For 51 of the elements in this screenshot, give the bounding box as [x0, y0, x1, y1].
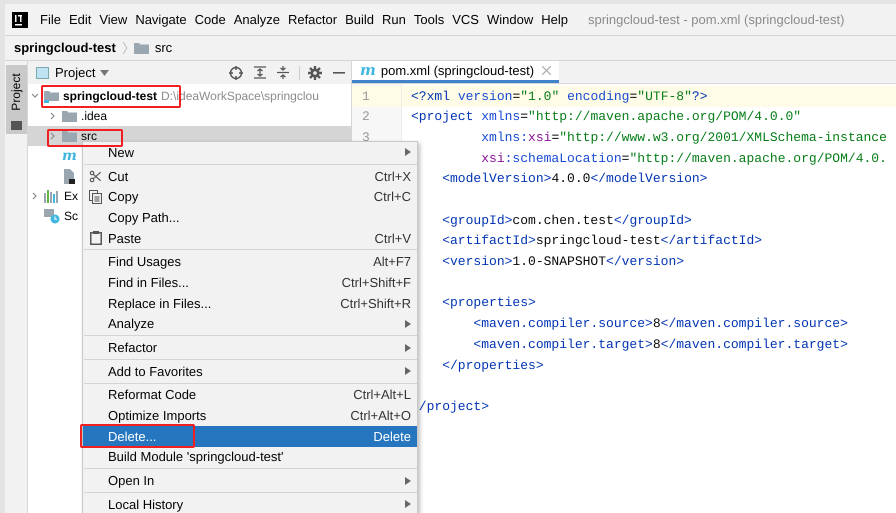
menu-item-label: Analyze	[108, 317, 154, 330]
shortcut-label: Ctrl+V	[374, 232, 411, 245]
menu-item-label: Optimize Imports	[108, 409, 206, 422]
menu-item-label: Reformat Code	[108, 388, 196, 402]
tool-window-tab-label: Project	[8, 72, 24, 113]
line-number: 1	[362, 88, 370, 106]
menu-item-label: Copy Path...	[108, 210, 180, 224]
shortcut-label: Ctrl+Alt+L	[353, 388, 411, 402]
line-number: 2	[362, 108, 370, 126]
shortcut-label: Delete	[373, 430, 411, 443]
tree-item-label: Ex	[64, 190, 78, 202]
code-line: <modelVersion>4.0.0</modelVersion>	[441, 170, 708, 188]
shortcut-label: Ctrl+Alt+O	[350, 409, 411, 422]
maven-file-icon: m	[360, 63, 376, 78]
code-line: <?xml version="1.0" encoding="UTF-8"?>	[411, 88, 708, 106]
menu-item-label: Copy	[108, 190, 138, 204]
shortcut-label: Alt+F7	[373, 255, 411, 268]
tree-item-label: .idea	[81, 110, 108, 122]
code-line: <groupId>com.chen.test</groupId>	[441, 212, 692, 230]
menu-item-label: Build Module 'springcloud-test'	[108, 450, 284, 464]
menu-item-label: Replace in Files...	[108, 296, 212, 310]
code-line: <maven.compiler.target>8</maven.compiler.target>	[472, 336, 848, 354]
menu-item-label: Paste	[108, 232, 142, 245]
menu-item-label: Add to Favorites	[108, 364, 203, 378]
code-line: <properties>	[441, 294, 536, 312]
tree-item-label: Sc	[64, 210, 78, 222]
menu-item-label: Open In	[108, 474, 154, 488]
editor-tab-label: pom.xml (springcloud-test)	[380, 62, 534, 80]
menu-item-label: Local History	[108, 498, 184, 511]
shortcut-label: Ctrl+C	[374, 190, 411, 204]
menu-item-label: Find in Files...	[108, 276, 189, 289]
code-line: xmlns:xsi="http://www.w3.org/2001/XMLSchema-instance	[480, 128, 887, 147]
menu-item-label: Find Usages	[108, 255, 181, 268]
shortcut-label: Ctrl+X	[374, 170, 411, 183]
tree-item-label: src	[81, 130, 97, 142]
code-line: <artifactId>springcloud-test</artifactId>	[441, 232, 762, 250]
code-line: <project xmlns="http://maven.apache.org/POM/4.0.0"	[411, 108, 802, 126]
window-title: springcloud-test - pom.xml (springcloud-test)	[588, 10, 844, 29]
code-line: <version>1.0-SNAPSHOT</version>	[441, 253, 684, 272]
shortcut-label: Ctrl+Shift+F	[342, 276, 411, 289]
code-line: xsi:schemaLocation="http://maven.apache.org/POM/4.0.	[480, 150, 887, 168]
code-line: <maven.compiler.source>8</maven.compiler.source>	[472, 315, 848, 334]
menu-item-label: Refactor	[108, 341, 158, 354]
menu-item-label: Cut	[108, 170, 128, 183]
shortcut-label: Ctrl+Shift+R	[340, 296, 411, 310]
menu-item-label: New	[108, 146, 134, 159]
code-line: </properties>	[441, 356, 544, 375]
code-line: /project>	[418, 398, 490, 416]
tree-item-label: springcloud-test	[63, 90, 158, 102]
menu-item-label: Delete...	[108, 430, 156, 443]
line-number: 3	[362, 128, 370, 147]
